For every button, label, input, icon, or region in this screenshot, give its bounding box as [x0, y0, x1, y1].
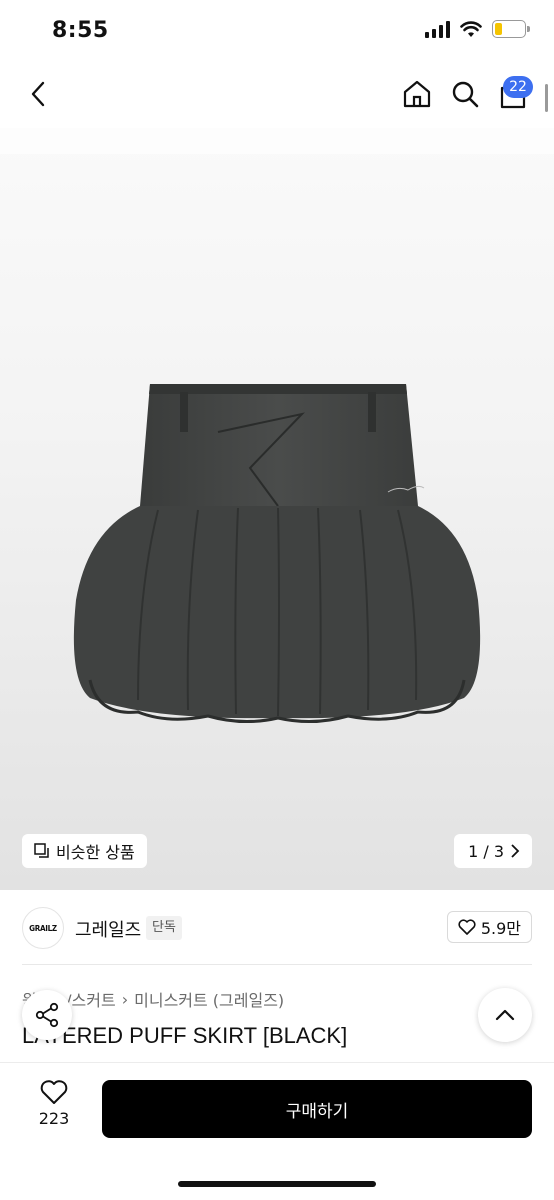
wishlist-count: 223	[38, 1109, 70, 1128]
heart-icon	[40, 1080, 68, 1104]
back-button[interactable]	[20, 76, 56, 112]
brand-name[interactable]: 그레일즈	[75, 916, 141, 942]
divider	[22, 964, 532, 965]
copy-icon	[34, 843, 49, 858]
exclusive-badge: 단독	[146, 916, 182, 940]
home-button[interactable]	[399, 76, 435, 112]
brand-logo-text: GRAILZ	[29, 923, 57, 933]
search-button[interactable]	[447, 76, 483, 112]
home-icon	[403, 80, 431, 108]
battery-level	[495, 23, 502, 35]
chevron-up-icon	[495, 1009, 515, 1021]
brand-row: GRAILZ 그레일즈 단독 5.9만	[0, 890, 554, 964]
cart-count-badge: 22	[503, 76, 533, 98]
share-button[interactable]	[22, 990, 72, 1040]
chevron-right-icon	[511, 844, 520, 858]
buy-button[interactable]: 구매하기	[102, 1080, 532, 1138]
share-icon	[35, 1002, 59, 1028]
page-indicator-text: 1 / 3	[468, 841, 504, 861]
scroll-top-button[interactable]	[478, 988, 532, 1042]
wifi-icon	[460, 20, 482, 37]
status-bar: 8:55	[0, 0, 554, 62]
similar-products-button[interactable]: 비슷한 상품	[22, 834, 147, 868]
search-icon	[452, 81, 479, 108]
chevron-right-icon: ›	[121, 989, 129, 1009]
status-icons	[425, 20, 530, 38]
battery-icon	[492, 20, 530, 38]
brand-logo[interactable]: GRAILZ	[22, 907, 64, 949]
product-image-skirt	[73, 384, 481, 724]
bottom-action-bar: 223 구매하기	[0, 1062, 554, 1200]
wishlist-button[interactable]: 223	[28, 1079, 80, 1139]
product-title: LAYERED PUFF SKIRT [BLACK]	[22, 1023, 348, 1048]
heart-icon	[458, 919, 476, 935]
image-top-band	[0, 128, 554, 154]
brand-like-button[interactable]: 5.9만	[446, 911, 532, 943]
scroll-indicator	[545, 84, 548, 112]
image-page-indicator[interactable]: 1 / 3	[454, 834, 532, 868]
chevron-left-icon	[31, 81, 45, 107]
similar-products-label: 비슷한 상품	[56, 843, 135, 862]
product-image-carousel[interactable]: 비슷한 상품 1 / 3	[0, 128, 554, 890]
brand-like-count: 5.9만	[480, 919, 521, 938]
cellular-signal-icon	[425, 20, 450, 38]
top-nav-bar: 22	[0, 62, 554, 128]
breadcrumb-item[interactable]: 미니스커트 (그레일즈)	[134, 987, 284, 1011]
home-indicator	[178, 1181, 376, 1187]
status-time: 8:55	[52, 18, 109, 43]
